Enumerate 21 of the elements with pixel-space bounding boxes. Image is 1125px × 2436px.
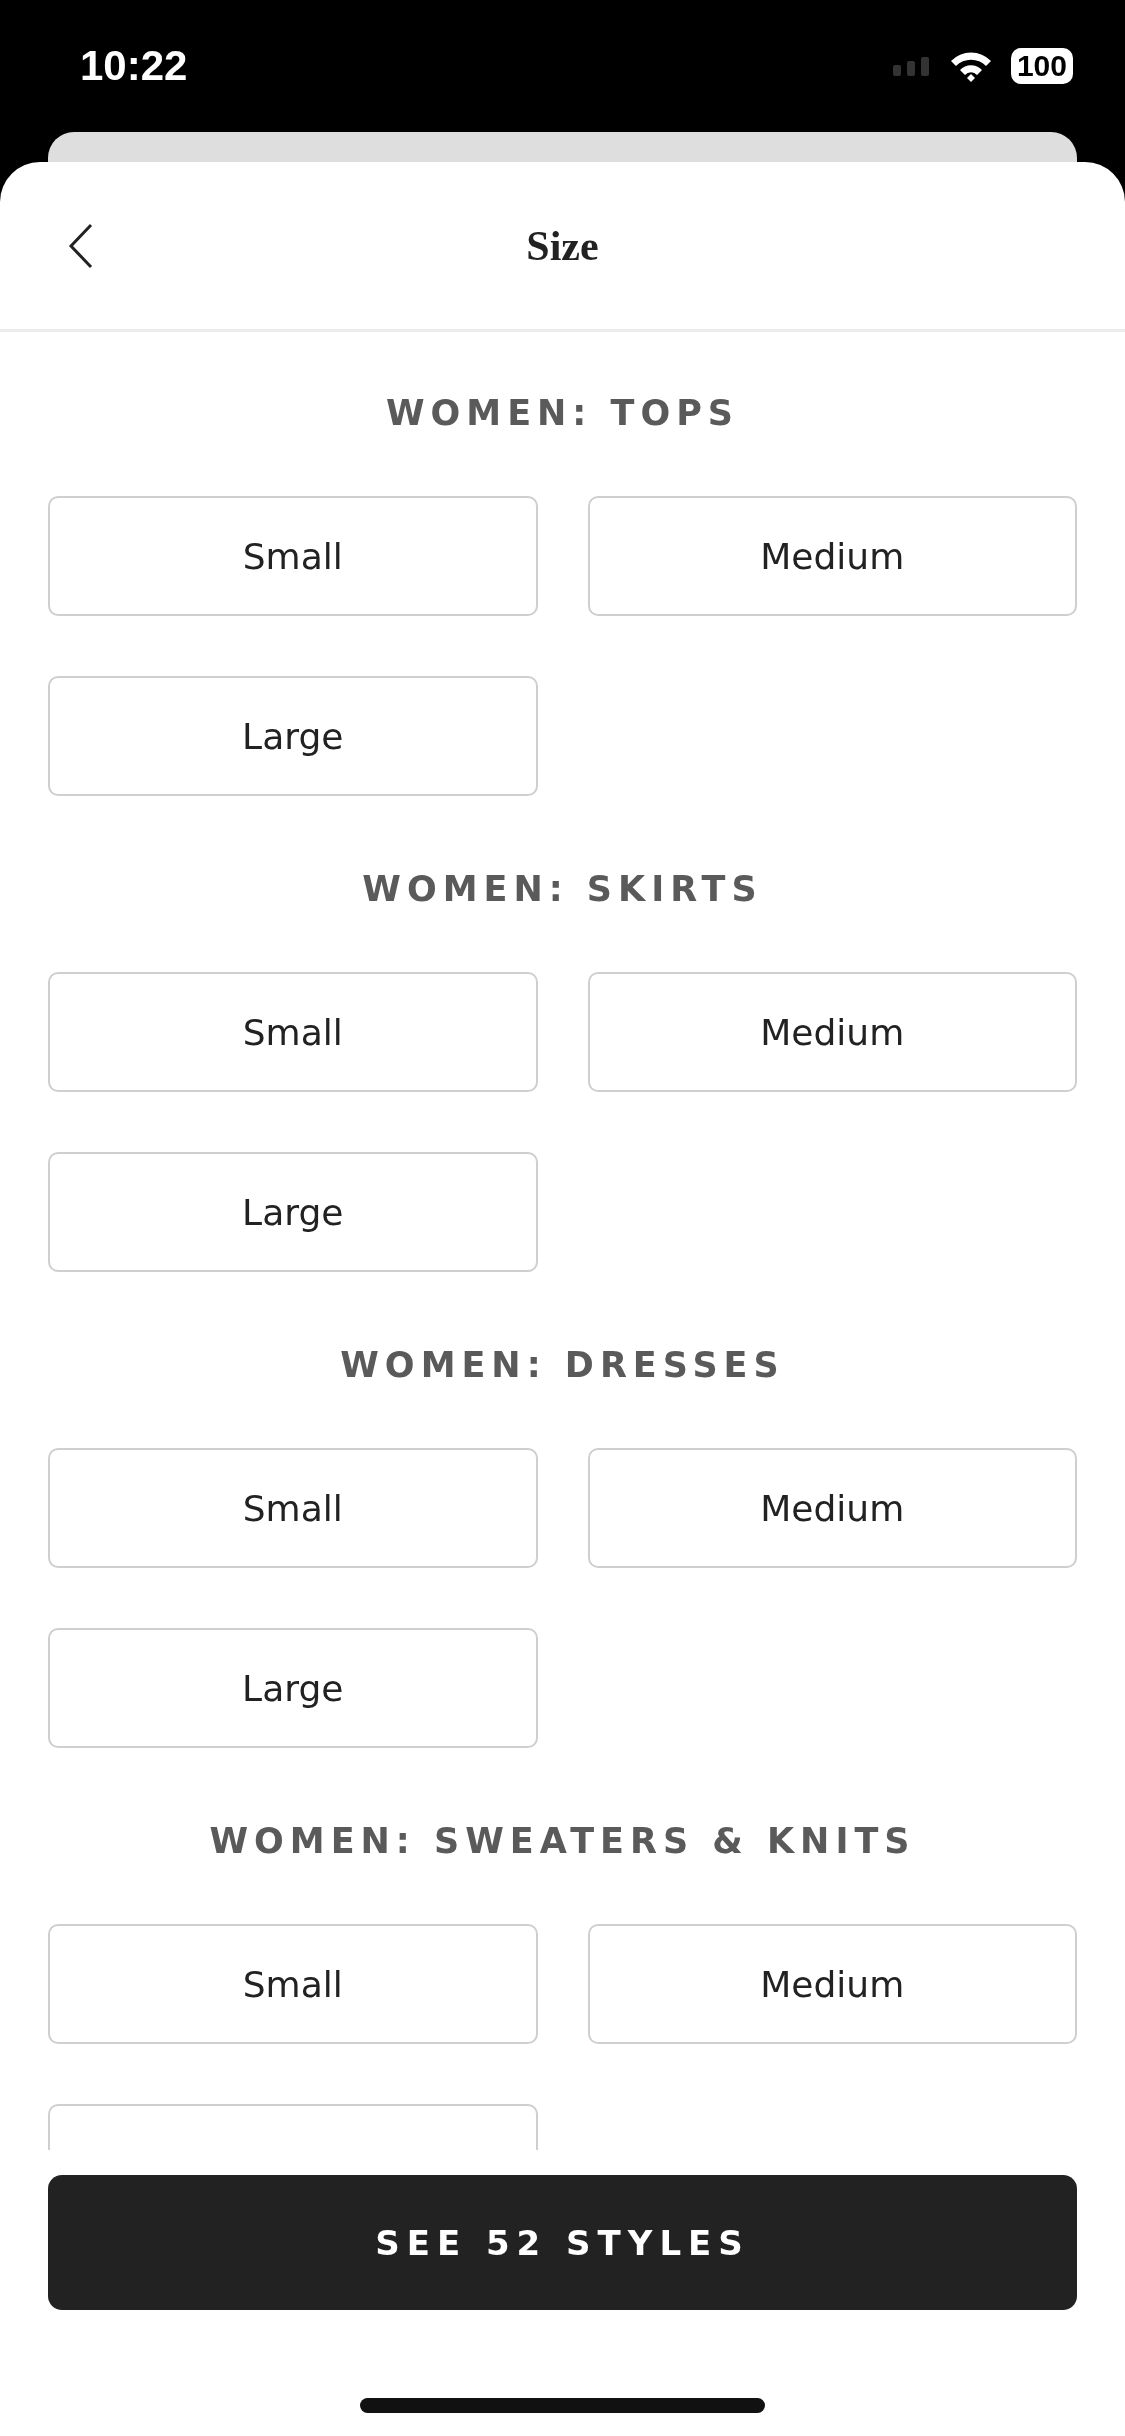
size-option[interactable]: Small — [48, 972, 538, 1092]
back-icon — [68, 222, 94, 269]
section-title: WOMEN: DRESSES — [339, 1344, 786, 1387]
section-title: WOMEN: SKIRTS — [361, 868, 764, 911]
battery-level: 100 — [1010, 48, 1073, 84]
see-styles-button[interactable]: SEE 52 STYLES — [48, 2175, 1077, 2310]
section-title: WOMEN: TOPS — [384, 392, 741, 435]
size-option[interactable]: Large — [48, 1628, 538, 1748]
size-option[interactable]: Medium — [587, 496, 1077, 616]
size-option[interactable]: Small — [48, 1448, 538, 1568]
section-title: WOMEN: SWEATERS & KNITS — [208, 1820, 917, 1863]
size-option[interactable]: Medium — [587, 1448, 1077, 1568]
size-option[interactable]: Medium — [587, 972, 1077, 1092]
signal-icon — [892, 56, 931, 76]
size-option[interactable]: Small — [48, 496, 538, 616]
status-time: 10:22 — [80, 42, 188, 90]
size-option[interactable]: Large — [48, 676, 538, 796]
size-option[interactable]: Medium — [587, 1924, 1077, 2044]
size-option[interactable]: Small — [48, 1924, 538, 2044]
page-title: Size — [526, 221, 599, 270]
size-option[interactable]: Large — [48, 1152, 538, 1272]
